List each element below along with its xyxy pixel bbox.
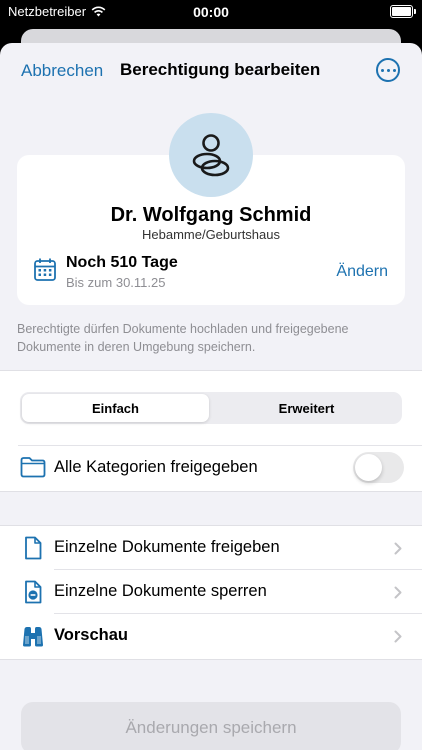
change-button[interactable]: Ändern bbox=[336, 263, 388, 281]
list-item-label: Vorschau bbox=[54, 626, 128, 644]
document-lock-icon bbox=[25, 580, 42, 604]
binoculars-icon bbox=[23, 627, 43, 647]
list-item-share-documents[interactable]: Einzelne Dokumente freigeben bbox=[0, 526, 422, 570]
list-item-lock-documents[interactable]: Einzelne Dokumente sperren bbox=[0, 570, 422, 614]
segment-erweitert[interactable]: Erweitert bbox=[213, 394, 400, 422]
list-item-label: Einzelne Dokumente sperren bbox=[54, 582, 267, 600]
chevron-right-icon bbox=[394, 542, 402, 555]
status-bar: Netzbetreiber 00:00 bbox=[0, 0, 422, 24]
person-icon bbox=[192, 134, 230, 177]
page-title: Berechtigung bearbeiten bbox=[120, 60, 321, 79]
folder-icon bbox=[20, 457, 46, 478]
remaining-days: Noch 510 Tage bbox=[66, 254, 178, 271]
toggle-knob bbox=[355, 454, 382, 481]
actions-list: Einzelne Dokumente freigeben Einzelne Do… bbox=[0, 525, 422, 660]
battery-icon bbox=[390, 5, 416, 18]
avatar bbox=[169, 113, 253, 197]
all-categories-label: Alle Kategorien freigegeben bbox=[54, 458, 258, 476]
ellipsis-circle-icon[interactable] bbox=[376, 58, 400, 82]
person-role: Hebamme/Geburtshaus bbox=[141, 227, 280, 242]
permission-info-text: Berechtigte dürfen Dokumente hochladen u… bbox=[17, 322, 349, 354]
list-item-preview[interactable]: Vorschau bbox=[0, 614, 422, 658]
mode-panel: Einfach Erweitert Alle Kategorien freige… bbox=[0, 370, 422, 492]
expiry-date: Bis zum 30.11.25 bbox=[66, 275, 166, 290]
chevron-right-icon bbox=[394, 630, 402, 643]
person-name: Dr. Wolfgang Schmid bbox=[110, 204, 312, 226]
document-icon bbox=[25, 536, 42, 560]
mode-segmented-control: Einfach Erweitert bbox=[20, 392, 402, 424]
nav-bar: Abbrechen Berechtigung bearbeiten bbox=[0, 43, 422, 97]
cancel-button[interactable]: Abbrechen bbox=[21, 61, 103, 81]
calendar-icon bbox=[34, 258, 56, 281]
status-time: 00:00 bbox=[193, 4, 229, 20]
list-item-label: Einzelne Dokumente freigeben bbox=[54, 538, 280, 556]
all-categories-toggle[interactable] bbox=[353, 452, 404, 483]
divider bbox=[18, 445, 422, 446]
save-changes-button[interactable]: Änderungen speichern bbox=[21, 702, 401, 750]
edit-permission-sheet: Abbrechen Berechtigung bearbeiten Dr. Wo… bbox=[0, 43, 422, 750]
chevron-right-icon bbox=[394, 586, 402, 599]
segment-einfach[interactable]: Einfach bbox=[22, 394, 209, 422]
